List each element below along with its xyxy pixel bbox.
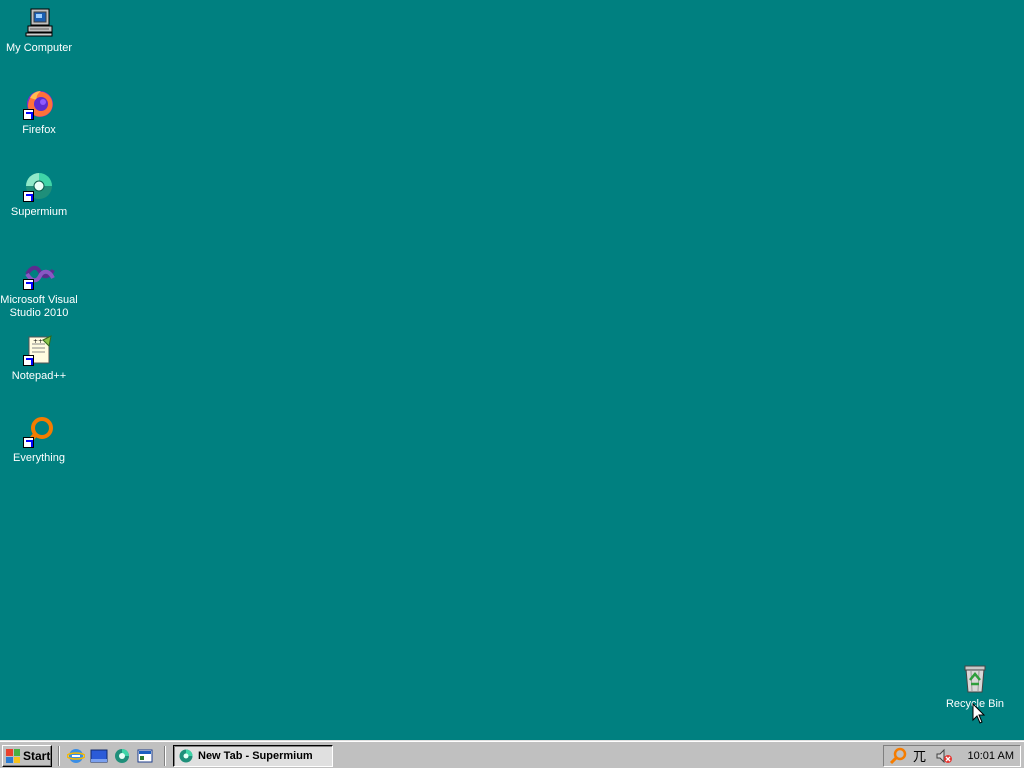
mouse-cursor-icon (972, 702, 986, 725)
windows-logo-icon (6, 749, 20, 763)
visual-studio-icon (23, 258, 55, 290)
desktop-icon-label: Firefox (22, 124, 56, 136)
volume-muted-icon[interactable] (935, 747, 953, 765)
computer-icon (23, 6, 55, 38)
desktop-icon-firefox[interactable]: Firefox (0, 88, 78, 137)
shortcut-arrow-icon (23, 109, 34, 120)
supermium-icon (178, 748, 194, 764)
desktop: My Computer Firefox Supermium Microsoft … (0, 0, 1024, 740)
notepad-plus-plus-icon: ++ (23, 334, 55, 366)
shortcut-arrow-icon (23, 437, 34, 448)
firefox-icon (23, 88, 55, 120)
taskbar-button-label: New Tab - Supermium (198, 750, 313, 762)
shortcut-arrow-icon (23, 191, 34, 202)
everything-search-icon[interactable] (889, 747, 907, 765)
desktop-icon-everything[interactable]: Everything (0, 416, 78, 465)
svg-text:++: ++ (33, 338, 43, 345)
clock[interactable]: 10:01 AM (968, 750, 1014, 762)
desktop-icon-notepad-plus-plus[interactable]: ++ Notepad++ (0, 334, 78, 383)
supermium-icon (23, 170, 55, 202)
desktop-icon-label: Notepad++ (11, 370, 67, 382)
desktop-icon-label: Microsoft Visual Studio 2010 (0, 294, 78, 319)
ime-language-icon[interactable]: 兀 (912, 747, 930, 765)
shortcut-arrow-icon (23, 355, 34, 366)
internet-explorer-icon[interactable] (66, 747, 86, 765)
desktop-icon-visual-studio[interactable]: Microsoft Visual Studio 2010 (0, 258, 78, 320)
show-desktop-icon[interactable] (90, 747, 108, 765)
shortcut-arrow-icon (23, 279, 34, 290)
everything-search-icon (23, 416, 55, 448)
channels-icon[interactable] (136, 747, 154, 765)
system-tray: 兀 10:01 AM (883, 745, 1021, 767)
taskbar-button-supermium[interactable]: New Tab - Supermium (173, 745, 333, 767)
supermium-icon[interactable] (113, 747, 131, 765)
desktop-icon-label: Everything (13, 452, 65, 464)
recycle-bin-icon (959, 662, 991, 694)
start-button[interactable]: Start (2, 745, 52, 767)
taskbar-separator (164, 746, 166, 766)
desktop-icon-supermium[interactable]: Supermium (0, 170, 78, 219)
taskbar-separator (58, 746, 60, 766)
desktop-icon-label: My Computer (5, 42, 73, 54)
svg-text:兀: 兀 (913, 750, 926, 765)
desktop-icon-my-computer[interactable]: My Computer (0, 6, 78, 55)
start-label: Start (23, 749, 51, 763)
desktop-icon-label: Supermium (10, 206, 68, 218)
taskbar: Start New Tab - Supermium 兀 10:01 AM (0, 740, 1024, 768)
